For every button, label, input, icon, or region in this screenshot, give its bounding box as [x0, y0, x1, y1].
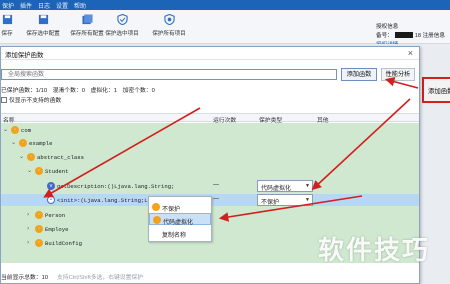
- run-count: —: [213, 182, 219, 188]
- class-icon: ◦: [35, 167, 43, 175]
- performance-analysis-button[interactable]: 性能分析: [381, 68, 415, 81]
- protected-count: 已保护函数：1/10: [1, 88, 48, 94]
- stats-line: 已保护函数：1/10 混淆个数：0 虚拟化：1 加密个数：0: [1, 85, 159, 94]
- tree-row[interactable]: ⌄ ◦ example: [1, 137, 419, 149]
- tree-row[interactable]: ⌄ ◦ Student: [1, 165, 419, 177]
- chevron-down-icon[interactable]: ⌄: [3, 126, 8, 133]
- chevron-right-icon[interactable]: ›: [27, 239, 29, 246]
- encrypted-count: 加密个数：0: [122, 88, 155, 94]
- menu-item[interactable]: 插件: [20, 1, 32, 10]
- add-function-button[interactable]: 添加函数: [341, 68, 377, 81]
- chevron-down-icon[interactable]: ▼: [305, 183, 310, 189]
- protect-type-select[interactable]: 不保护 ▼: [257, 194, 313, 206]
- shield-icon: [152, 203, 160, 211]
- protect-all-button[interactable]: 保护所有项目: [144, 13, 194, 41]
- chevron-right-icon[interactable]: ›: [27, 225, 29, 232]
- class-icon: ◦: [35, 225, 43, 233]
- method-icon: v: [47, 182, 55, 190]
- shield-all-icon: [164, 14, 175, 25]
- chevron-down-icon[interactable]: ⌄: [11, 139, 16, 146]
- ribbon-toolbar: 保存 保存选中配置 保存所有配置 保护选中项目 保护所有项目 授权信息 备号： 1…: [0, 10, 450, 48]
- auth-title: 授权信息: [376, 24, 399, 30]
- tree-row[interactable]: ⌄ ◦ com: [1, 124, 419, 136]
- protect-type-select[interactable]: 代码虚拟化 ▼: [257, 180, 313, 192]
- menu-item[interactable]: 保护: [2, 1, 14, 10]
- shield-icon: [117, 14, 128, 25]
- menu-item[interactable]: 设置: [56, 1, 68, 10]
- context-menu-item-virtualize[interactable]: 代码虚拟化: [149, 213, 211, 226]
- context-menu: 不保护 代码虚拟化 复制名称: [148, 196, 212, 242]
- dialog-status-bar: 当前显示总数：10 支持Ctrl/Shift多选，右键设置保护: [1, 269, 419, 283]
- watermark-text: 软件技巧: [318, 236, 431, 266]
- context-menu-item-no-protect[interactable]: 不保护: [149, 201, 211, 213]
- tree-grid-header: 名称 运行次数 保护类型 其他: [1, 113, 419, 124]
- method-icon: •: [47, 196, 55, 204]
- shield-icon: [153, 216, 161, 224]
- save-all-icon: [82, 14, 93, 25]
- chevron-down-icon[interactable]: ⌄: [19, 153, 24, 160]
- menu-item[interactable]: 帮助: [74, 1, 86, 10]
- class-icon: ◦: [35, 239, 43, 247]
- class-icon: ◦: [35, 211, 43, 219]
- tree-row[interactable]: v getDescription:()Ljava.lang.String; — …: [1, 180, 419, 192]
- side-add-function-button[interactable]: 添加函数: [422, 77, 450, 103]
- only-unsupported-checkbox[interactable]: 仅显示不支持的函数: [1, 95, 61, 104]
- total-count: 当前显示总数：10: [1, 275, 49, 281]
- checkbox-icon[interactable]: [1, 97, 7, 103]
- chevron-right-icon[interactable]: ›: [27, 211, 29, 218]
- save-selected-config-button[interactable]: 保存选中配置: [18, 13, 68, 41]
- run-count: —: [213, 196, 219, 202]
- protect-selected-button[interactable]: 保护选中项目: [97, 13, 147, 41]
- menu-item[interactable]: 日志: [38, 1, 50, 10]
- dialog-title: 添加保护函数: [5, 52, 44, 59]
- close-icon[interactable]: ×: [408, 48, 413, 58]
- obfuscated-count: 混淆个数：0: [52, 88, 85, 94]
- dialog-titlebar: 添加保护函数 ×: [1, 47, 419, 60]
- save-config-icon: [38, 14, 49, 25]
- chevron-down-icon[interactable]: ⌄: [27, 167, 32, 174]
- chevron-down-icon[interactable]: ▼: [305, 197, 310, 203]
- virtualized-count: 虚拟化：1: [90, 88, 117, 94]
- auth-serial: 备号： 18 注册信息: [376, 32, 445, 39]
- tree-row[interactable]: ⌄ ◦ abstract_class: [1, 151, 419, 163]
- status-hint: 支持Ctrl/Shift多选，右键设置保护: [57, 275, 143, 281]
- package-icon: ◦: [11, 126, 19, 134]
- search-input[interactable]: [1, 69, 337, 80]
- context-menu-item-copy-name[interactable]: 复制名称: [149, 227, 211, 239]
- package-icon: ◦: [19, 139, 27, 147]
- package-icon: ◦: [27, 153, 35, 161]
- save-icon: [2, 14, 13, 25]
- app-menubar: 保护 插件 日志 设置 帮助: [0, 0, 450, 10]
